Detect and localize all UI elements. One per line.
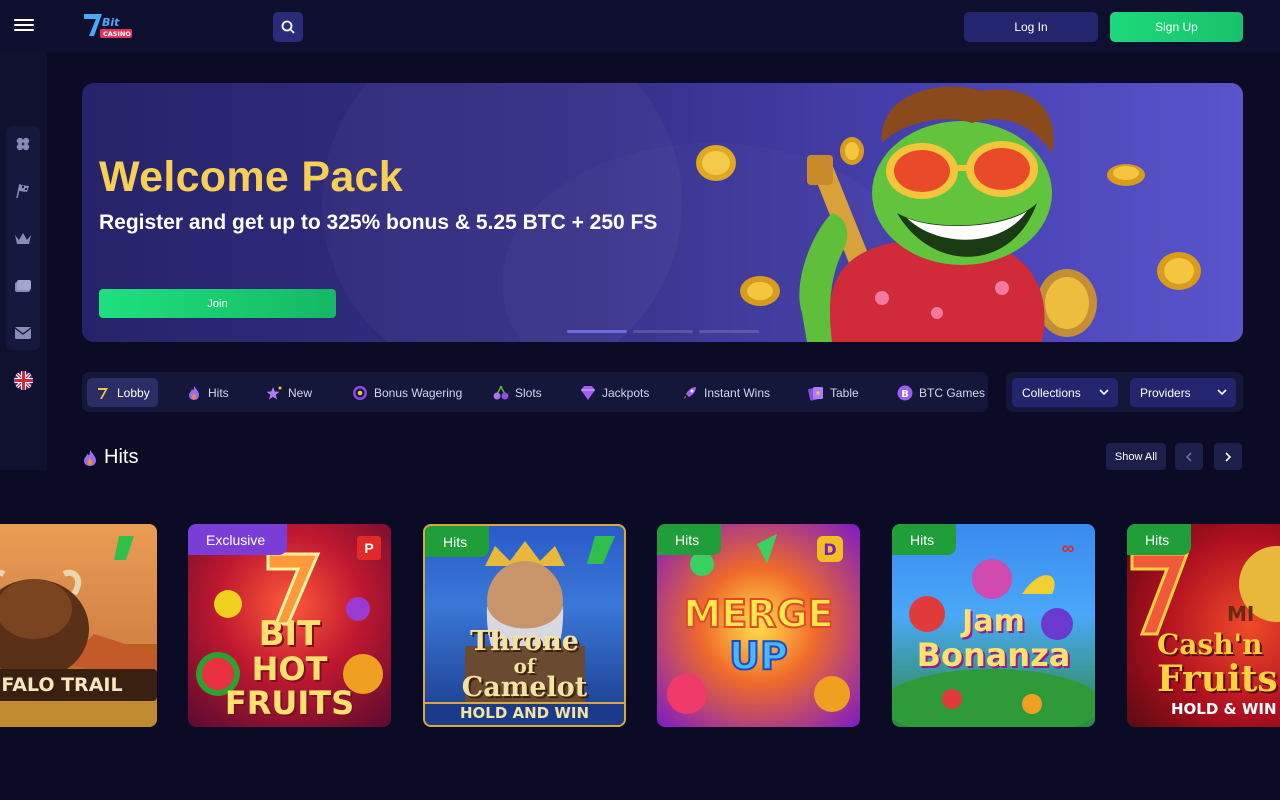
carousel-dot[interactable]: [567, 330, 627, 333]
menu-icon[interactable]: [14, 16, 34, 36]
show-all-button[interactable]: Show All: [1106, 443, 1166, 470]
game-card-bit-hot-fruits[interactable]: Exclusive P BIT HOT FRUITS: [188, 524, 391, 727]
providers-dropdown[interactable]: Providers: [1130, 378, 1236, 407]
site-logo[interactable]: Bit CASINO: [80, 10, 136, 42]
filter-bar: Collections Providers: [1006, 372, 1243, 412]
racing-flag-icon[interactable]: [13, 181, 33, 201]
rocket-icon: [684, 386, 696, 399]
game-card-cashn-fruits[interactable]: Hits MI Cash'n Fruits HOLD & WIN: [1127, 524, 1280, 727]
tab-slots[interactable]: Slots: [485, 378, 550, 407]
banner-title: Welcome Pack: [99, 153, 403, 201]
tab-lobby[interactable]: Lobby: [87, 378, 158, 407]
svg-text:B: B: [901, 389, 909, 400]
search-icon: [281, 20, 295, 34]
tab-jackpots[interactable]: Jackpots: [572, 378, 657, 407]
game-title-line: Fruits: [1157, 658, 1278, 700]
diamond-icon: [581, 385, 595, 400]
cards-icon[interactable]: [13, 276, 33, 296]
crown-icon[interactable]: [13, 229, 33, 249]
top-header: Bit CASINO Log In Sign Up: [0, 0, 1280, 52]
svg-text:D: D: [823, 540, 836, 559]
game-title-line: Cash'n: [1157, 628, 1263, 661]
badge-label: Hits: [1127, 524, 1192, 555]
game-title-line: FRUITS: [224, 684, 355, 722]
providers-label: Providers: [1140, 385, 1191, 400]
mail-icon[interactable]: [13, 323, 33, 343]
welcome-banner[interactable]: Welcome Pack Register and get up to 325%…: [82, 83, 1243, 342]
clover-icon[interactable]: [13, 134, 33, 154]
uk-flag-icon[interactable]: [14, 371, 33, 390]
flame-icon: [84, 449, 96, 466]
game-title-line: Bonanza: [916, 636, 1071, 674]
sparkle-star-icon: [266, 386, 282, 399]
prev-button[interactable]: [1175, 443, 1203, 470]
cherries-icon: [493, 385, 509, 399]
sidebar: [0, 52, 47, 470]
game-title-line: Throne: [470, 626, 579, 657]
provider-logo-icon: ∞: [1061, 537, 1075, 558]
section-title: Hits: [104, 446, 139, 468]
game-art: [0, 524, 157, 727]
badge-label: Exclusive: [188, 524, 288, 555]
collections-label: Collections: [1022, 385, 1081, 400]
game-title-line: HOT: [251, 650, 328, 688]
sidebar-icon-group: [6, 126, 40, 350]
game-title-line: UP: [728, 633, 789, 679]
tab-label: Slots: [515, 385, 542, 400]
signup-button[interactable]: Sign Up: [1110, 12, 1243, 42]
tab-label: Jackpots: [602, 385, 650, 400]
bitcoin-icon: B: [897, 385, 913, 400]
game-card-buffalo-trail[interactable]: its FFALO TRAIL: [0, 524, 157, 727]
tab-label: Hits: [208, 385, 229, 400]
tab-table[interactable]: Table: [800, 378, 867, 407]
section-header: Hits: [82, 446, 138, 469]
tab-hits[interactable]: Hits: [178, 378, 237, 407]
tab-label: BTC Games: [919, 385, 986, 400]
badge-label: Hits: [892, 524, 957, 555]
chevron-left-icon: [1185, 451, 1192, 462]
game-mini-label: MI: [1227, 602, 1255, 626]
login-button[interactable]: Log In: [964, 12, 1098, 42]
tab-label: Instant Wins: [704, 385, 771, 400]
game-card-jam-bonanza[interactable]: Hits ∞ Jam Bonanza: [892, 524, 1095, 727]
tab-label: Table: [830, 385, 859, 400]
game-title-line: Camelot: [461, 672, 588, 703]
seven-icon: [98, 387, 108, 399]
game-title: FFALO TRAIL: [0, 674, 123, 696]
game-title-line: Jam: [962, 604, 1025, 639]
tab-label: New: [288, 385, 313, 400]
game-title-line: MERGE: [682, 591, 834, 637]
game-tag: HOLD & WIN: [1171, 700, 1277, 718]
collections-dropdown[interactable]: Collections: [1012, 378, 1118, 407]
game-title-line: BIT: [258, 614, 321, 654]
cards-icon: [808, 386, 823, 401]
badge-label: Hits: [425, 526, 490, 557]
tab-label: Lobby: [117, 385, 150, 400]
game-card-throne-of-camelot[interactable]: Hits Throne of Camelot HOLD AND WIN: [423, 524, 626, 727]
tab-new[interactable]: New: [258, 378, 320, 407]
tab-bonus-wagering[interactable]: Bonus Wagering: [344, 378, 470, 407]
game-card-merge-up[interactable]: D Hits MERGE UP: [657, 524, 860, 727]
flame-icon: [189, 385, 199, 400]
svg-text:CASINO: CASINO: [103, 30, 131, 38]
coin-icon: [696, 145, 736, 181]
category-tabs: Lobby Hits New Bonus Wagering Slots Jack…: [82, 372, 988, 412]
chevron-down-icon: [1217, 389, 1227, 396]
badge-label: Hits: [657, 524, 722, 555]
chevron-down-icon: [1099, 389, 1109, 396]
tab-label: Bonus Wagering: [374, 385, 463, 400]
chevron-right-icon: [1225, 451, 1232, 462]
provider-logo-icon: P: [357, 536, 381, 560]
join-button[interactable]: Join: [99, 289, 336, 318]
frog-mascot-illustration: [696, 86, 1201, 342]
svg-text:Bit: Bit: [102, 16, 120, 29]
banner-subtitle: Register and get up to 325% bonus & 5.25…: [99, 211, 658, 234]
tab-btc-games[interactable]: B BTC Games: [889, 378, 993, 407]
search-button[interactable]: [273, 12, 303, 42]
next-button[interactable]: [1214, 443, 1242, 470]
game-tag: HOLD AND WIN: [459, 704, 590, 722]
tab-instant-wins[interactable]: Instant Wins: [674, 378, 778, 407]
target-icon: [353, 385, 367, 400]
